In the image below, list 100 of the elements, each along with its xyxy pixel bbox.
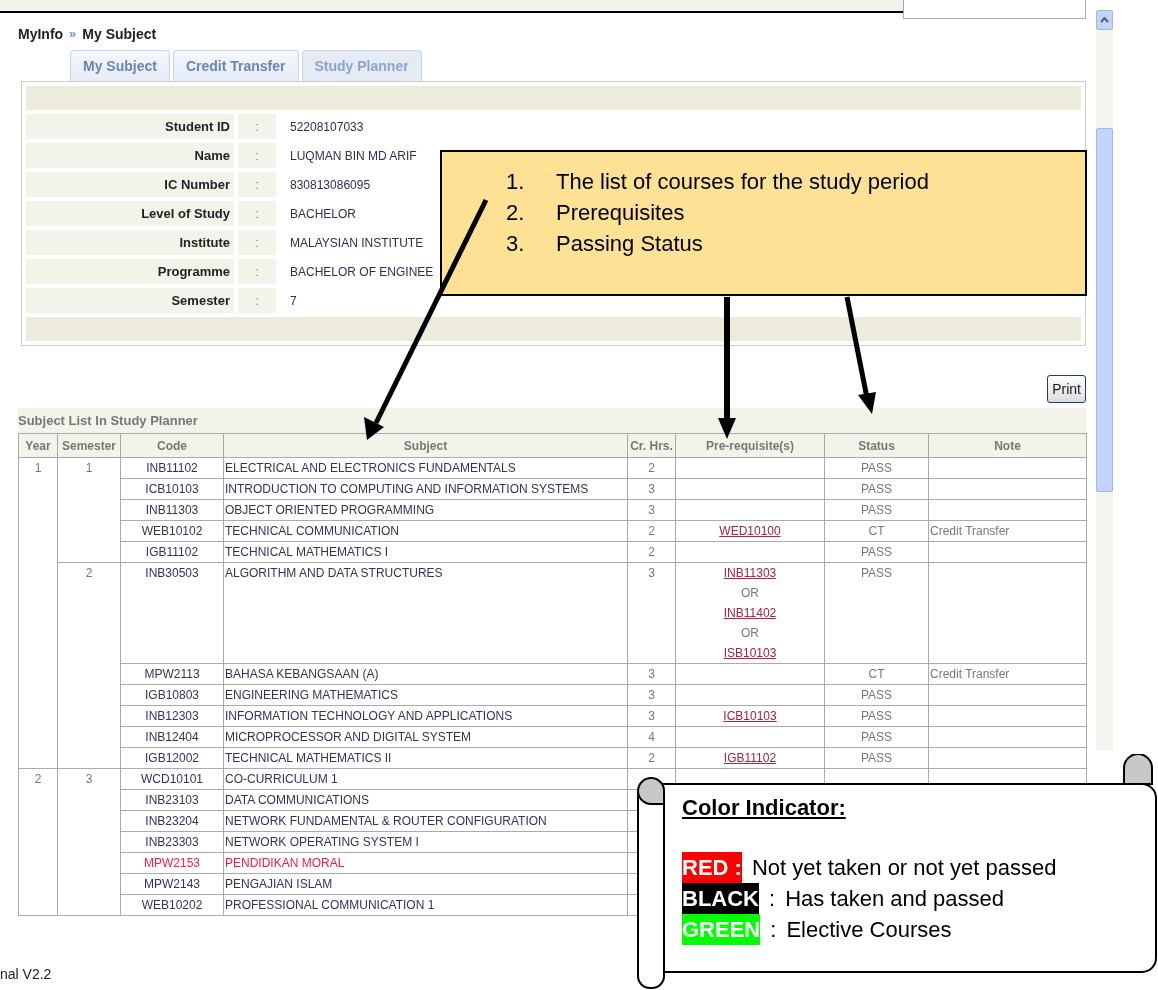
table-cell: INB23103 [120,789,224,811]
table-cell: IGB11102 [120,541,224,563]
or-text: OR [741,626,759,640]
table-cell: MICROPROCESSOR AND DIGITAL SYSTEM [223,726,628,748]
table-cell: NETWORK OPERATING SYSTEM I [223,831,628,853]
table-cell: PENDIDIKAN MORAL [223,852,628,874]
table-cell: INB11303 [120,499,224,521]
column-header: Year [18,433,58,458]
table-cell: PASS [824,747,929,769]
field-value: BACHELOR [290,205,357,223]
print-button[interactable]: Print [1047,375,1086,403]
table-cell: PASS [824,457,929,479]
colon: : [769,885,776,913]
table-cell: TECHNICAL COMMUNICATION [223,520,628,542]
table-cell: INB11102 [120,457,224,479]
table-cell: INFORMATION TECHNOLOGY AND APPLICATIONS [223,705,628,727]
scrollbar-thumb[interactable] [1096,128,1113,492]
table-cell: 3 [627,562,676,664]
table-cell: PASS [824,562,929,664]
table-cell: 3 [57,768,121,916]
table-cell: 3 [627,705,676,727]
table-cell: PASS [824,705,929,727]
field-label: Programme [157,262,230,281]
column-header: Code [120,433,224,458]
legend-text: Has taken and passed [785,885,1005,913]
table-cell: MPW2153 [120,852,224,874]
column-header: Cr. Hrs. [627,433,676,458]
prerequisite-link[interactable]: INB11402 [723,606,777,620]
table-cell: 3 [627,499,676,521]
table-cell: ALGORITHM AND DATA STRUCTURES [223,562,628,664]
table-cell: PENGAJIAN ISLAM [223,873,628,895]
field-label: Institute [179,233,230,252]
column-header: Note [928,433,1087,458]
table-cell: 3 [627,684,676,706]
color-label: GREEN [682,914,761,945]
callout-text: Prerequisites [556,199,685,227]
table-cell: Credit Transfer [928,663,1087,685]
field-label: Name [194,146,230,165]
field-label: Semester [171,291,230,310]
breadcrumb-link[interactable]: My Subject [82,23,157,45]
callout-text: The list of courses for the study period [556,168,929,196]
table-cell: DATA COMMUNICATIONS [223,789,628,811]
table-cell: 3 [627,478,676,500]
table-cell: PASS [824,478,929,500]
table-cell: CT [824,520,929,542]
prerequisite-link[interactable]: ISB10103 [723,646,777,660]
table-cell: 2 [627,747,676,769]
or-text: OR [741,586,759,600]
table-cell: IGB10803 [120,684,224,706]
table-cell: 3 [627,663,676,685]
legend-title: Color Indicator: [682,794,847,822]
colon: : [255,204,259,223]
table-cell: 2 [627,541,676,563]
table-cell: TECHNICAL MATHEMATICS II [223,747,628,769]
table-cell: 1 [57,457,121,563]
table-cell: ENGINEERING MATHEMATICS [223,684,628,706]
curl-drawing [1123,754,1153,785]
colon: : [255,175,259,194]
table-cell: 2 [627,520,676,542]
table-cell: MPW2113 [120,663,224,685]
table-cell: ELECTRICAL AND ELECTRONICS FUNDAMENTALS [223,457,628,479]
color-label: BLACK [682,883,759,914]
colon: : [770,916,777,944]
table-cell: INB23303 [120,831,224,853]
field-value: MALAYSIAN INSTITUTE [290,234,424,252]
column-header: Subject [223,433,628,458]
scrollbar[interactable] [1096,10,1113,750]
table-cell: WEB10202 [120,894,224,916]
prerequisite-link[interactable]: INB11303 [723,566,777,580]
caret-icon [1100,17,1109,23]
column-header: Status [824,433,929,458]
table-cell: IGB12002 [120,747,224,769]
table-cell: WCD10101 [120,768,224,790]
color-label: RED : [682,852,742,883]
table-cell: 2 [57,562,121,769]
table-cell: NETWORK FUNDAMENTAL & ROUTER CONFIGURATION [223,810,628,832]
colon: : [255,291,259,310]
table-cell: INB12303 [120,705,224,727]
table-cell: 2 [627,457,676,479]
section-title: Subject List In Study Planner [18,411,198,430]
breadcrumb-link[interactable]: MyInfo [18,23,64,45]
text-field[interactable] [903,0,1086,19]
field-value: LUQMAN BIN MD ARIF [290,147,417,165]
breadcrumb-separator: » [69,25,77,44]
table-cell: 4 [627,726,676,748]
field-label: Level of Study [141,204,230,223]
table-cell: MPW2143 [120,873,224,895]
colon: : [255,262,259,281]
field-value: BACHELOR OF ENGINEE [290,263,434,281]
table-cell: CT [824,663,929,685]
legend-text: Elective Courses [786,916,952,944]
table-cell: 2 [18,768,58,916]
table-cell: ICB10103 [120,478,224,500]
scroll-up-button[interactable] [1096,10,1113,30]
callout-text: Passing Status [556,230,703,258]
table-cell: TECHNICAL MATHEMATICS I [223,541,628,563]
list-number: 2. [506,199,526,227]
table-cell: OBJECT ORIENTED PROGRAMMING [223,499,628,521]
table-cell: 1 [18,457,58,769]
table-cell: PROFESSIONAL COMMUNICATION 1 [223,894,628,916]
